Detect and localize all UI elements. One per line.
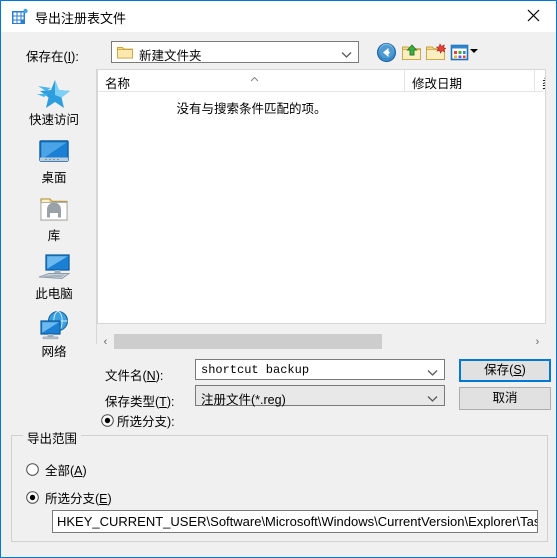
radio-export-all-label: 全部(A) xyxy=(45,463,87,478)
views-icon[interactable] xyxy=(449,42,470,63)
back-arrow-icon[interactable] xyxy=(376,42,397,63)
radio-unselected-icon xyxy=(26,462,39,476)
file-list-vertical-scrollbar[interactable] xyxy=(543,91,545,323)
place-label: 网络 xyxy=(41,345,67,359)
save-button-mnemonic: S xyxy=(513,363,522,377)
file-name-mnemonic: N xyxy=(146,369,156,383)
cancel-button[interactable]: 取消 xyxy=(459,387,551,410)
save-as-type-label: 保存类型(T): xyxy=(105,395,175,409)
folder-icon xyxy=(117,45,133,59)
network-globe-icon xyxy=(36,309,72,343)
export-branch-path-input[interactable]: HKEY_CURRENT_USER\Software\Microsoft\Win… xyxy=(52,510,538,533)
quick-access-star-icon xyxy=(36,77,72,111)
sort-ascending-caret-icon xyxy=(250,71,259,82)
registry-export-icon xyxy=(11,8,29,26)
save-in-combobox[interactable]: 新建文件夹 xyxy=(111,41,359,63)
save-as-type-value: 注册文件(*.reg) xyxy=(201,393,286,407)
radio-export-branch-label: 所选分支(E) xyxy=(45,491,112,506)
file-name-value: shortcut backup xyxy=(201,363,310,377)
place-network[interactable]: 网络 xyxy=(12,309,96,359)
horizontal-scrollbar-thumb[interactable] xyxy=(114,334,382,349)
scroll-left-arrow-icon[interactable]: ‹ xyxy=(97,333,114,350)
desktop-monitor-icon xyxy=(36,135,72,169)
stray-radio-label: 所选分支): xyxy=(117,414,175,429)
export-branch-path-value: HKEY_CURRENT_USER\Software\Microsoft\Win… xyxy=(57,514,538,529)
window-title: 导出注册表文件 xyxy=(35,11,127,26)
places-bar: 快速访问 桌面 库 此电脑 网络 xyxy=(12,69,97,359)
radio-export-branch[interactable]: 所选分支(E) xyxy=(26,489,112,506)
file-name-label: 文件名(N): xyxy=(105,369,164,383)
place-label: 快速访问 xyxy=(28,113,79,127)
place-label: 桌面 xyxy=(41,171,67,185)
stray-selected-branch-radio[interactable]: 所选分支): xyxy=(101,412,175,429)
radio-selected-icon xyxy=(101,413,114,427)
new-folder-icon[interactable] xyxy=(425,42,448,63)
export-registry-file-dialog: 导出注册表文件 保存在(I): 新建文件夹 快速访问 桌面 库 此电脑 网络 名… xyxy=(0,0,557,558)
place-label: 此电脑 xyxy=(35,287,73,301)
title-bar: 导出注册表文件 xyxy=(1,1,556,32)
libraries-folder-icon xyxy=(36,193,72,227)
this-pc-icon xyxy=(36,251,72,285)
file-list-view[interactable]: 名称 修改日期 类 没有与搜索条件匹配的项。 xyxy=(97,69,546,324)
file-name-input[interactable]: shortcut backup xyxy=(195,359,445,380)
place-desktop[interactable]: 桌面 xyxy=(12,135,96,185)
radio-export-branch-mnemonic: E xyxy=(99,491,108,506)
place-this-pc[interactable]: 此电脑 xyxy=(12,251,96,301)
save-in-value: 新建文件夹 xyxy=(139,49,202,63)
save-button[interactable]: 保存(S) xyxy=(459,359,551,382)
views-dropdown-arrow-icon[interactable] xyxy=(470,49,478,53)
place-libraries[interactable]: 库 xyxy=(12,193,96,243)
chevron-down-icon[interactable] xyxy=(341,48,352,62)
close-button[interactable] xyxy=(511,1,556,30)
save-in-label: 保存在(I): xyxy=(26,50,79,64)
place-quick-access[interactable]: 快速访问 xyxy=(12,77,96,127)
save-as-type-mnemonic: T xyxy=(159,395,167,409)
radio-export-all[interactable]: 全部(A) xyxy=(26,461,87,478)
place-label: 库 xyxy=(47,229,61,243)
scroll-right-arrow-icon[interactable]: › xyxy=(529,333,546,350)
radio-export-all-mnemonic: A xyxy=(74,463,83,478)
chevron-down-icon[interactable] xyxy=(427,366,438,380)
empty-list-message: 没有与搜索条件匹配的项。 xyxy=(176,102,327,116)
chevron-down-icon[interactable] xyxy=(427,392,438,406)
file-list-header: 名称 修改日期 类 xyxy=(98,70,545,92)
up-folder-icon[interactable] xyxy=(401,42,422,63)
export-range-legend: 导出范围 xyxy=(23,428,82,447)
column-header-type[interactable]: 类 xyxy=(535,70,545,91)
column-header-date[interactable]: 修改日期 xyxy=(405,70,535,91)
radio-selected-icon xyxy=(26,490,39,504)
file-list-horizontal-scrollbar[interactable]: ‹ › xyxy=(97,333,546,350)
save-as-type-combobox[interactable]: 注册文件(*.reg) xyxy=(195,385,445,407)
